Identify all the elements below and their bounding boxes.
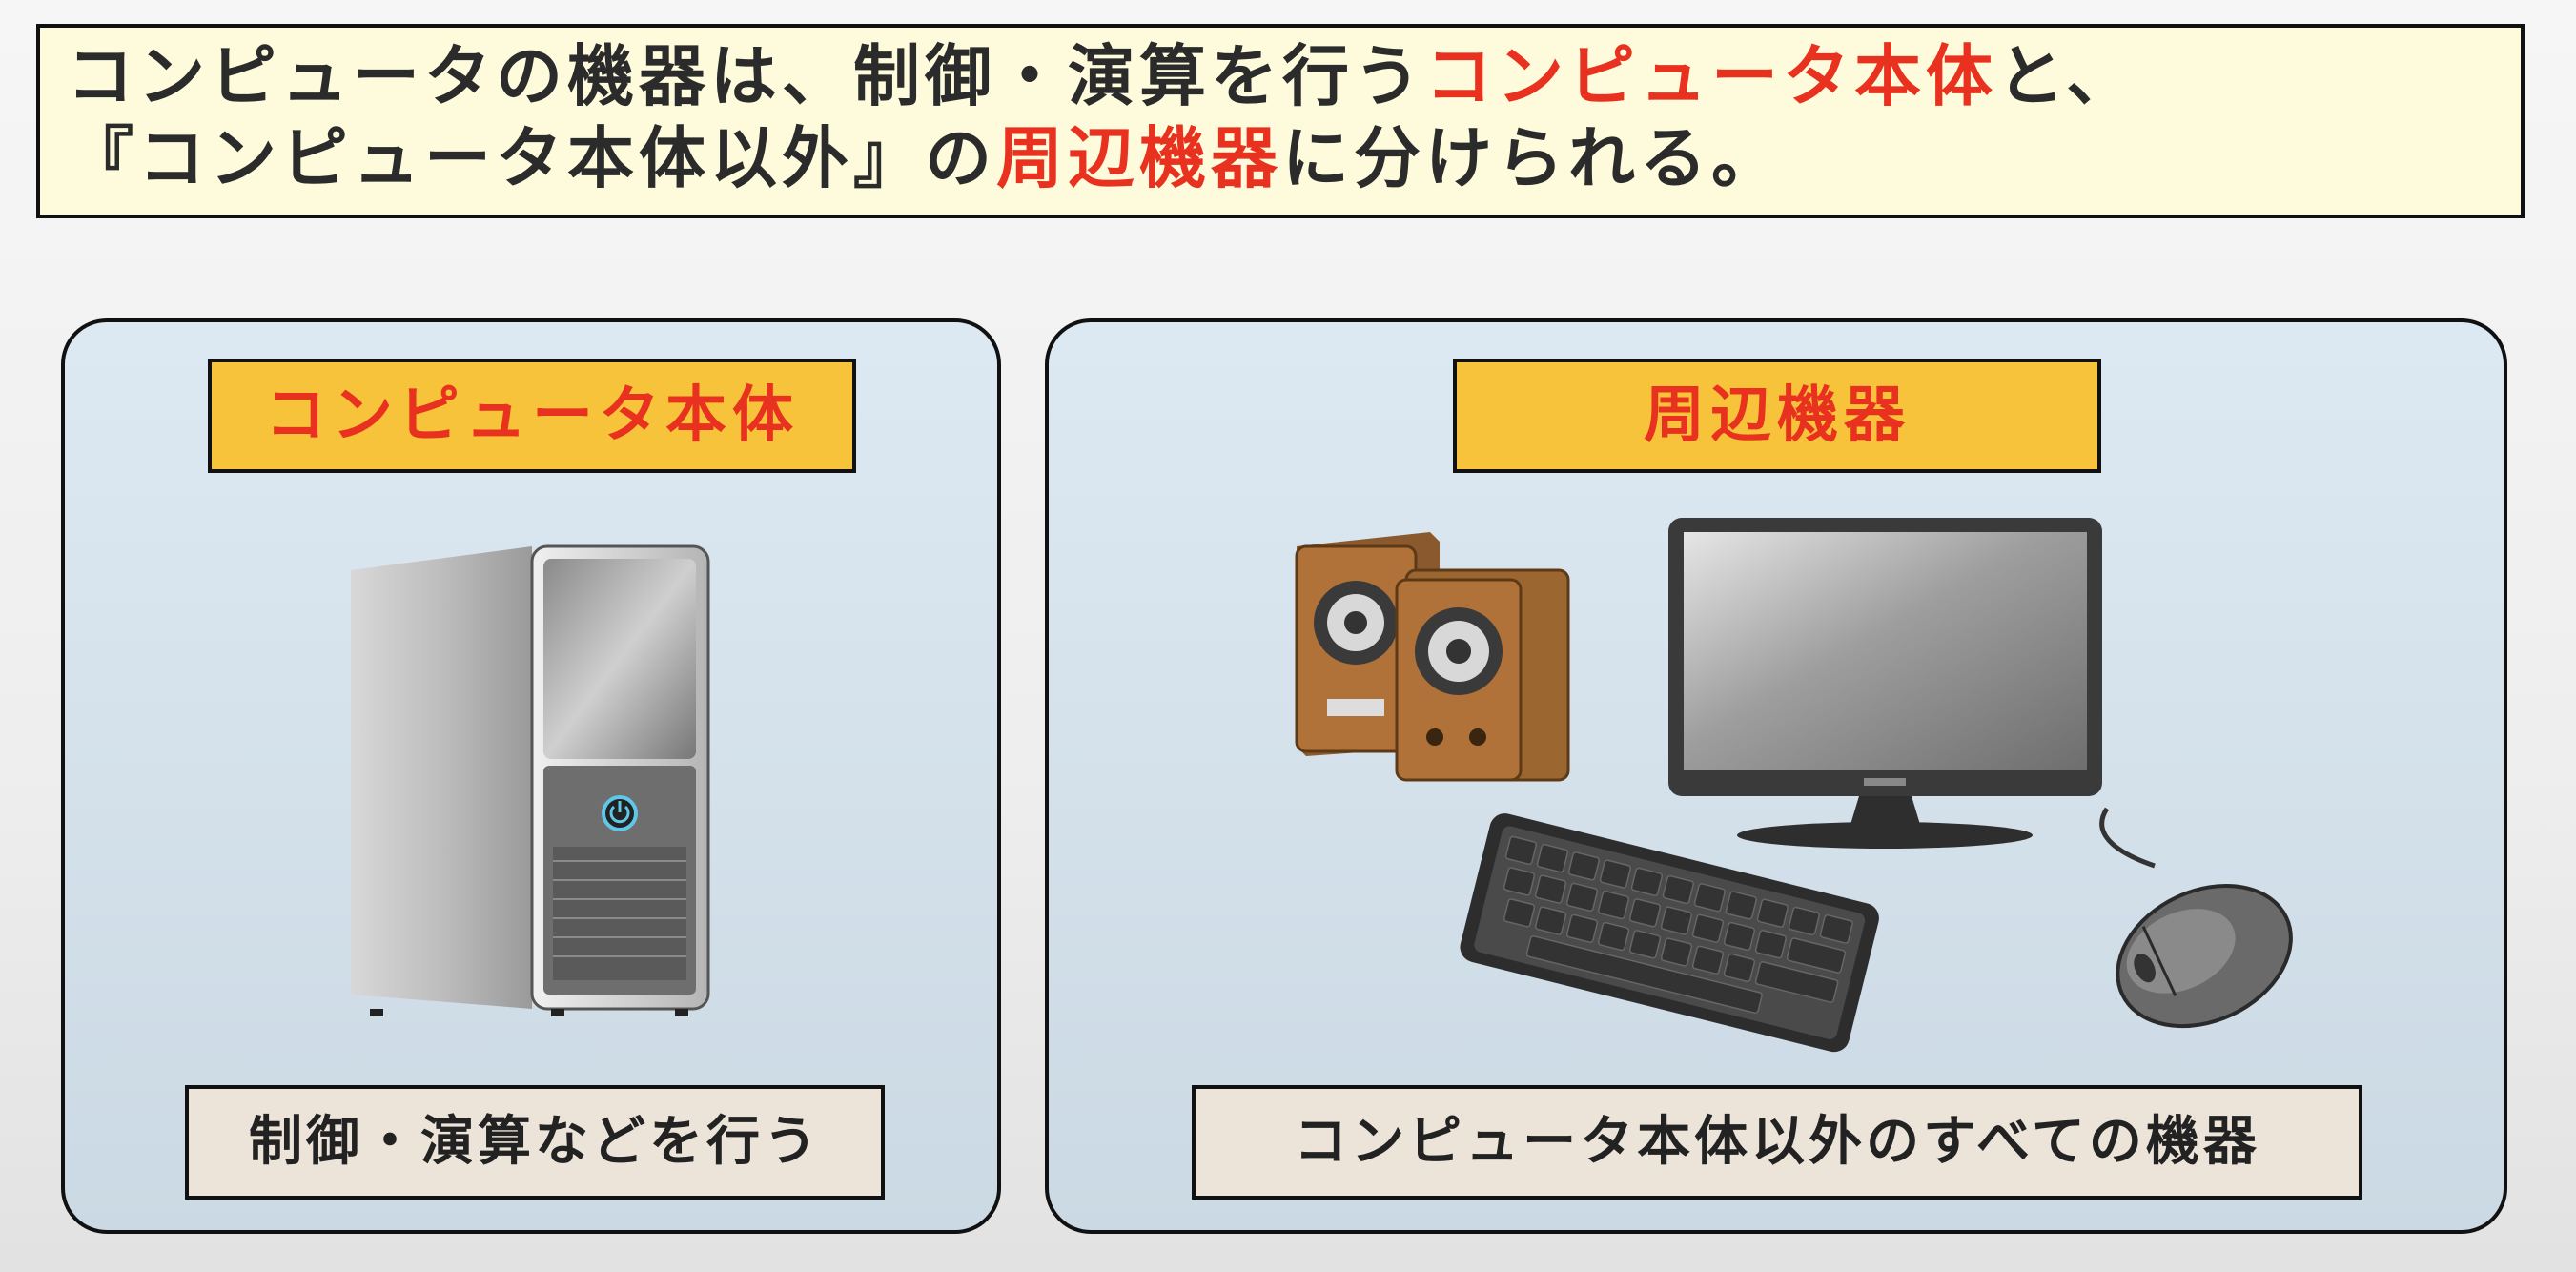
speakers-icon xyxy=(1295,532,1570,782)
banner-highlight-peripherals: 周辺機器 xyxy=(996,119,1282,197)
pc-tower-icon xyxy=(351,544,710,1016)
keyboard-icon xyxy=(1460,813,1879,1053)
computer-body-title: コンピュータ本体 xyxy=(208,359,856,473)
banner-text: に分けられる。 xyxy=(1282,119,1783,197)
mouse-icon xyxy=(2099,807,2293,1029)
peripherals-caption: コンピュータ本体以外のすべての機器 xyxy=(1192,1085,2362,1200)
header-banner: コンピュータの機器は、制御・演算を行うコンピュータ本体と、 『コンピュータ本体以… xyxy=(36,24,2525,218)
peripherals-title: 周辺機器 xyxy=(1453,359,2101,473)
peripherals-panel: 周辺機器 コンピュータ本体以外のすべての機器 xyxy=(1045,318,2507,1234)
computer-body-panel: コンピュータ本体 制御・演算などを行う xyxy=(61,318,1001,1234)
banner-line-1: コンピュータの機器は、制御・演算を行うコンピュータ本体と、 xyxy=(67,35,2521,117)
computer-body-caption: 制御・演算などを行う xyxy=(185,1085,885,1200)
banner-text: 『コンピュータ本体以外』の xyxy=(67,119,996,197)
banner-highlight-computer-body: コンピュータ本体 xyxy=(1425,37,1997,115)
banner-line-2: 『コンピュータ本体以外』の周辺機器に分けられる。 xyxy=(67,117,2521,199)
banner-text: と、 xyxy=(1997,37,2138,115)
banner-text: コンピュータの機器は、制御・演算を行う xyxy=(67,37,1425,115)
